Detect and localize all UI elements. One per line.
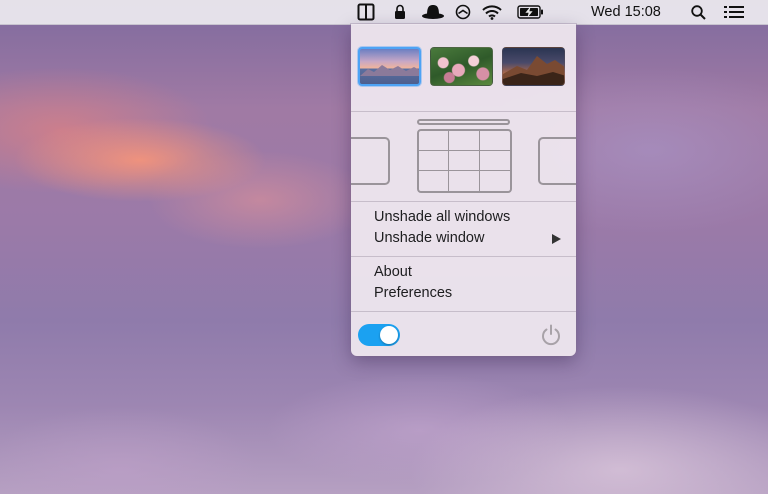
hat-icon[interactable]: [420, 0, 446, 24]
circle-arrow-icon[interactable]: [453, 0, 473, 24]
list-icon[interactable]: [722, 0, 746, 24]
wallpaper-thumbnail-pink-berries[interactable]: [430, 47, 493, 86]
separator: [351, 256, 576, 257]
grid-cell[interactable]: [479, 151, 510, 171]
previous-layout-button[interactable]: [351, 137, 390, 185]
desktop-wallpaper: Wed 15:08 Unshade all windows Unshade wi…: [0, 0, 768, 494]
menu-item-about[interactable]: About: [374, 262, 412, 283]
toggle-knob: [380, 326, 398, 344]
menu-bar-preview-icon: [417, 119, 510, 125]
separator: [351, 311, 576, 312]
lock-icon[interactable]: [390, 0, 410, 24]
separator: [351, 111, 576, 112]
next-layout-button[interactable]: [538, 137, 576, 185]
search-icon[interactable]: [688, 0, 708, 24]
window-shade-app-icon[interactable]: [354, 0, 378, 24]
grid-cell[interactable]: [449, 171, 480, 191]
menu-item-unshade-all-windows[interactable]: Unshade all windows: [374, 207, 510, 228]
grid-cell[interactable]: [419, 131, 450, 151]
wifi-icon[interactable]: [480, 0, 504, 24]
grid-cell[interactable]: [419, 151, 450, 171]
power-quit-icon[interactable]: [539, 323, 563, 347]
enable-toggle[interactable]: [358, 324, 400, 346]
separator: [351, 201, 576, 202]
grid-cell[interactable]: [449, 151, 480, 171]
grid-cell[interactable]: [479, 131, 510, 151]
menu-item-unshade-window[interactable]: Unshade window: [374, 228, 484, 249]
menu-bar: Wed 15:08: [0, 0, 768, 25]
window-shade-popover: Unshade all windows Unshade window About…: [351, 24, 576, 356]
grid-cell[interactable]: [449, 131, 480, 151]
menu-item-preferences[interactable]: Preferences: [374, 283, 452, 304]
submenu-arrow-icon: [552, 234, 561, 244]
menu-bar-clock[interactable]: Wed 15:08: [591, 0, 669, 24]
wallpaper-thumbnail-mountain-sunset[interactable]: [358, 47, 421, 86]
battery-charging-icon[interactable]: [515, 0, 545, 24]
grid-layout-icon[interactable]: [417, 129, 512, 193]
grid-cell[interactable]: [419, 171, 450, 191]
wallpaper-thumbnail-mountain-night[interactable]: [502, 47, 565, 86]
grid-cell[interactable]: [480, 171, 510, 191]
